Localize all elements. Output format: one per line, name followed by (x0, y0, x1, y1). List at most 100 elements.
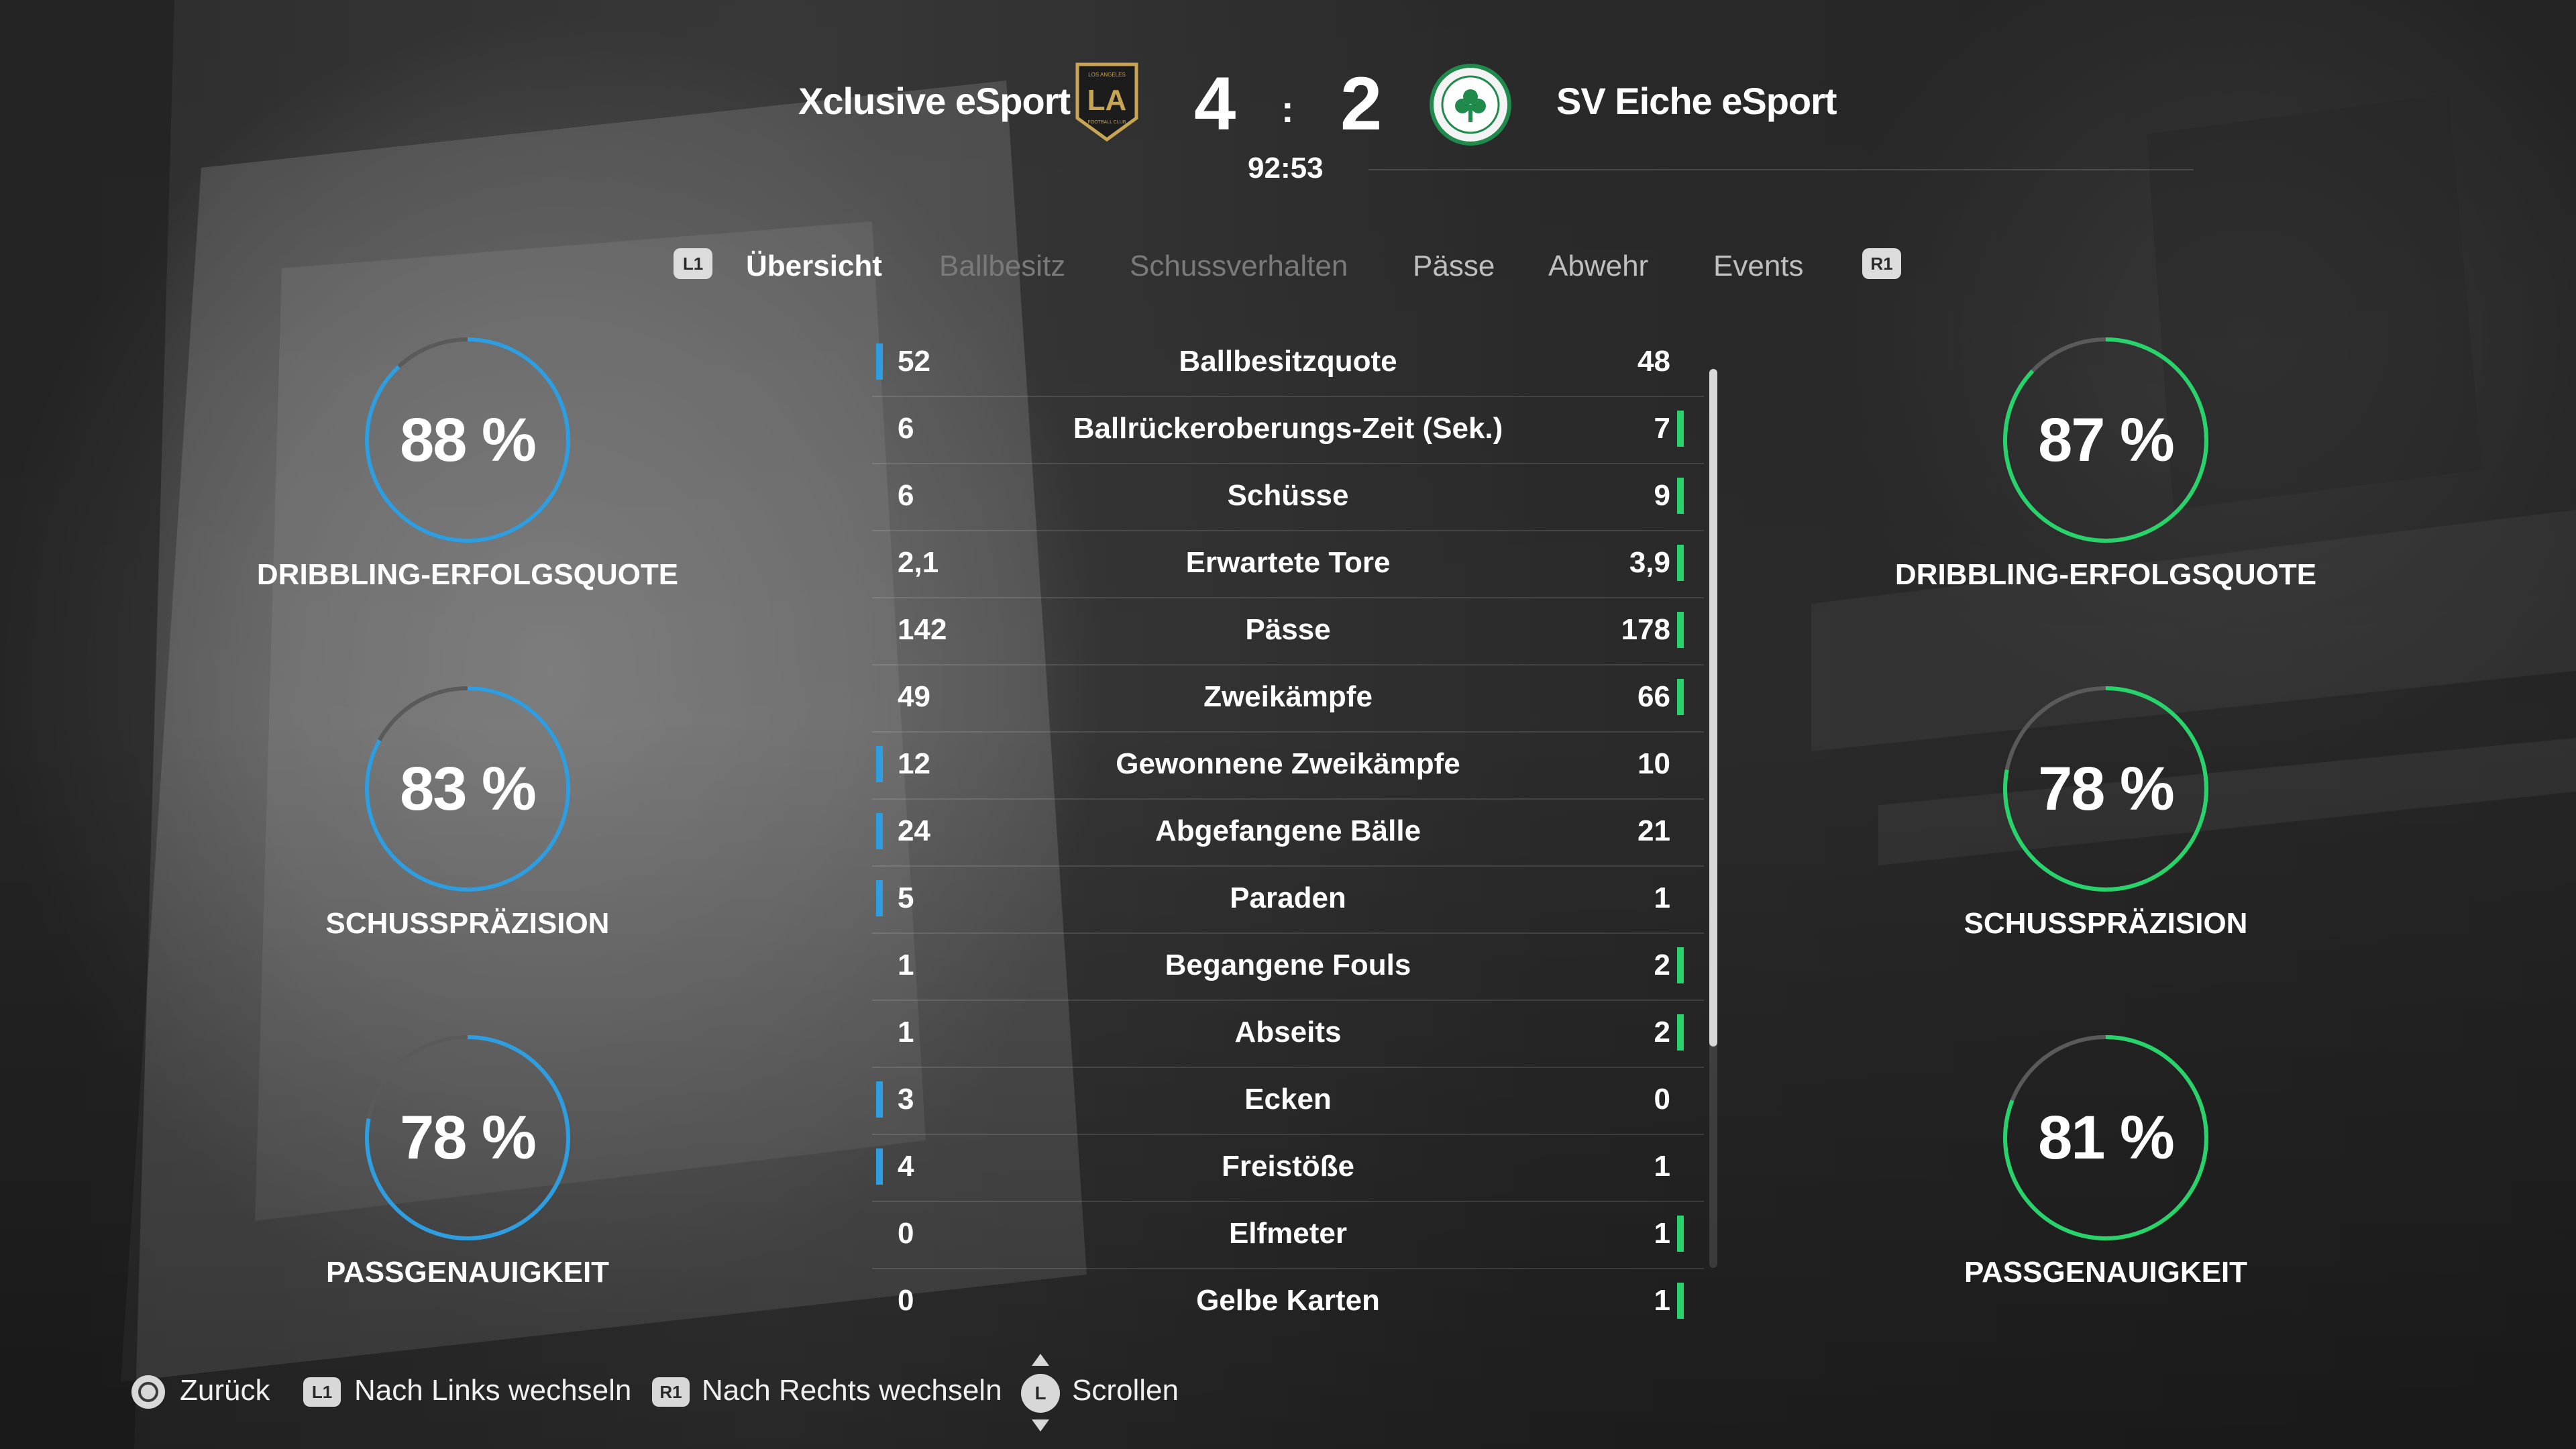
stat-away-value: 1 (1654, 1150, 1670, 1183)
match-stats-table[interactable]: 52 Ballbesitzquote 48 6 Ballrückeroberungs-Z… (872, 330, 1704, 1335)
stat-row: 1 Abseits 2 (872, 1001, 1704, 1068)
stat-name: Ballrückeroberungs-Zeit (Sek.) (1073, 412, 1503, 445)
away-crest-icon (1430, 64, 1511, 146)
stat-row: 0 Gelbe Karten 1 (872, 1269, 1704, 1335)
away-dribbling-label: DRIBBLING-ERFOLGSQUOTE (1894, 558, 2317, 591)
stat-away-value: 9 (1654, 479, 1670, 512)
stat-away-value: 3,9 (1629, 546, 1670, 579)
away-ring-pass-accuracy: 81 % (1998, 1030, 2213, 1245)
away-ring-dribbling: 87 % (1998, 333, 2213, 547)
stat-name: Gewonnene Zweikämpfe (1116, 747, 1460, 780)
l1-button-icon[interactable]: L1 (674, 248, 712, 279)
stat-name: Pässe (1245, 613, 1331, 646)
away-leader-bar (1677, 1216, 1684, 1252)
stat-name: Elfmeter (1228, 1217, 1348, 1250)
tab-abwehr[interactable]: Abwehr (1548, 250, 1648, 283)
scroll-up-arrow-icon (1032, 1354, 1049, 1366)
stats-scroll-thumb[interactable] (1709, 369, 1717, 1046)
away-leader-bar (1677, 545, 1684, 581)
home-ring-dribbling: 88 % (360, 333, 575, 547)
tab-ballbesitz[interactable]: Ballbesitz (939, 250, 1065, 283)
l1-footer-button-icon[interactable]: L1 (303, 1377, 341, 1407)
svg-text:LA: LA (1087, 84, 1127, 117)
match-clock: 92:53 (1248, 152, 1324, 184)
stat-away-value: 21 (1638, 814, 1670, 847)
stat-row: 1 Begangene Fouls 2 (872, 934, 1704, 1001)
stat-away-value: 2 (1654, 949, 1670, 981)
stat-away-value: 7 (1654, 412, 1670, 445)
header-divider-right (1368, 169, 2194, 170)
away-shot-accuracy-label: SCHUSSPRÄZISION (1964, 907, 2248, 940)
home-shot-accuracy-label: SCHUSSPRÄZISION (325, 907, 610, 940)
stat-away-value: 1 (1654, 1284, 1670, 1317)
away-leader-bar (1677, 478, 1684, 514)
home-ring-pass-accuracy: 78 % (360, 1030, 575, 1245)
home-pass-accuracy-label: PASSGENAUIGKEIT (325, 1256, 610, 1289)
stat-row: 4 Freistöße 1 (872, 1135, 1704, 1202)
home-pass-accuracy-value: 78 % (400, 1103, 537, 1172)
home-ring-shot-accuracy: 83 % (360, 682, 575, 896)
stat-away-value: 178 (1621, 613, 1670, 646)
away-pass-accuracy-label: PASSGENAUIGKEIT (1964, 1256, 2248, 1289)
stat-row: 0 Elfmeter 1 (872, 1202, 1704, 1269)
away-leader-bar (1677, 1014, 1684, 1051)
tab-schussverhalten[interactable]: Schussverhalten (1130, 250, 1348, 283)
home-team-name: Xclusive eSport (798, 80, 1071, 122)
stat-away-value: 10 (1638, 747, 1670, 780)
stat-row: 12 Gewonnene Zweikämpfe 10 (872, 733, 1704, 800)
stat-name: Begangene Fouls (1165, 949, 1411, 981)
stat-row: 3 Ecken 0 (872, 1068, 1704, 1135)
stat-row: 52 Ballbesitzquote 48 (872, 330, 1704, 397)
stat-name: Ballbesitzquote (1179, 345, 1397, 378)
stat-row: 24 Abgefangene Bälle 21 (872, 800, 1704, 867)
stat-away-value: 2 (1654, 1016, 1670, 1049)
stat-name: Freistöße (1221, 1150, 1355, 1183)
stats-scrollbar[interactable] (1709, 369, 1717, 1268)
stat-row: 2,1 Erwartete Tore 3,9 (872, 531, 1704, 598)
tab-uebersicht[interactable]: Übersicht (746, 250, 882, 283)
stat-name: Ecken (1244, 1083, 1332, 1116)
left-stick-icon[interactable]: L (1021, 1374, 1060, 1413)
svg-text:FOOTBALL CLUB: FOOTBALL CLUB (1088, 120, 1126, 125)
home-dribbling-label: DRIBBLING-ERFOLGSQUOTE (256, 558, 679, 591)
tab-events[interactable]: Events (1713, 250, 1804, 283)
svg-text:LOS ANGELES: LOS ANGELES (1088, 72, 1126, 78)
stat-name: Erwartete Tore (1185, 546, 1391, 579)
home-shot-accuracy-value: 83 % (400, 754, 537, 823)
home-score: 4 (1194, 62, 1236, 146)
stat-row: 6 Schüsse 9 (872, 464, 1704, 531)
away-ring-shot-accuracy: 78 % (1998, 682, 2213, 896)
away-team-name: SV Eiche eSport (1556, 80, 1837, 122)
stat-away-value: 0 (1654, 1083, 1670, 1116)
circle-button-icon[interactable] (131, 1375, 165, 1409)
tab-paesse[interactable]: Pässe (1413, 250, 1495, 283)
away-shot-accuracy-value: 78 % (2038, 754, 2175, 823)
stat-row: 6 Ballrückeroberungs-Zeit (Sek.) 7 (872, 397, 1704, 464)
stat-row: 49 Zweikämpfe 66 (872, 665, 1704, 733)
stat-name: Paraden (1230, 881, 1346, 914)
away-leader-bar (1677, 612, 1684, 648)
away-leader-bar (1677, 411, 1684, 447)
score-separator: : (1281, 88, 1294, 130)
stat-name: Gelbe Karten (1196, 1284, 1380, 1317)
stat-row: 5 Paraden 1 (872, 867, 1704, 934)
stat-away-value: 1 (1654, 881, 1670, 914)
stat-away-value: 66 (1638, 680, 1670, 713)
home-dribbling-value: 88 % (400, 405, 537, 474)
switch-left-hint[interactable]: Nach Links wechseln (354, 1374, 631, 1407)
header-divider-left (818, 169, 1087, 170)
r1-button-icon[interactable]: R1 (1862, 248, 1901, 279)
switch-right-hint[interactable]: Nach Rechts wechseln (702, 1374, 1002, 1407)
away-pass-accuracy-value: 81 % (2038, 1103, 2175, 1172)
away-leader-bar (1677, 679, 1684, 715)
stat-row: 142 Pässe 178 (872, 598, 1704, 665)
stat-name: Abseits (1234, 1016, 1342, 1049)
scroll-down-arrow-icon (1032, 1419, 1049, 1432)
r1-footer-button-icon[interactable]: R1 (652, 1377, 690, 1407)
away-dribbling-value: 87 % (2038, 405, 2175, 474)
scroll-hint[interactable]: Scrollen (1072, 1374, 1179, 1407)
stat-name: Abgefangene Bälle (1155, 814, 1421, 847)
stat-away-value: 1 (1654, 1217, 1670, 1250)
back-hint[interactable]: Zurück (180, 1374, 270, 1407)
away-score: 2 (1340, 62, 1383, 146)
